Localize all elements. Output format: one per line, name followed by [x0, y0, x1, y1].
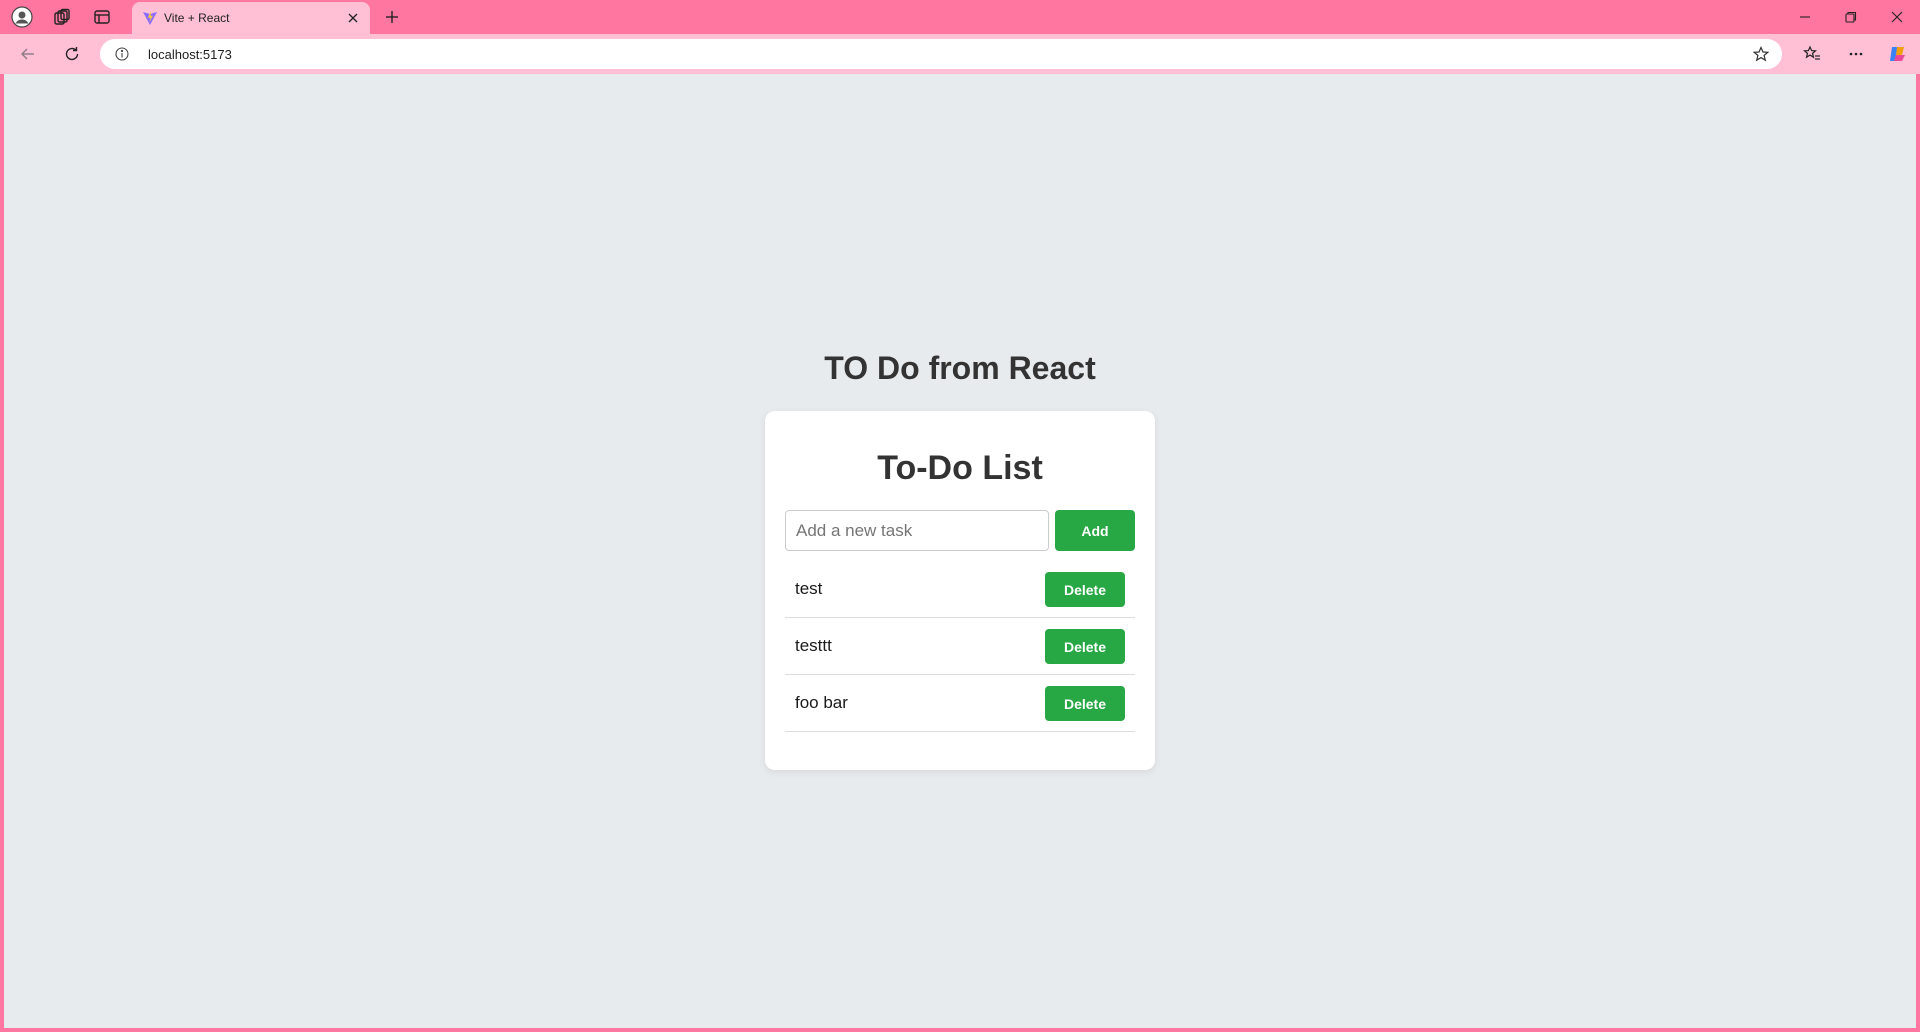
copilot-icon[interactable] — [1884, 40, 1912, 68]
todo-text: foo bar — [795, 693, 848, 712]
card-title: To-Do List — [877, 449, 1043, 487]
new-task-input[interactable] — [785, 510, 1049, 551]
page-viewport: TO Do from React To-Do List Add test Del… — [4, 74, 1916, 1028]
todo-list: test Delete testtt Delete foo bar Delete — [785, 561, 1135, 732]
close-icon[interactable] — [344, 9, 362, 27]
new-tab-icon[interactable] — [378, 5, 406, 29]
minimize-icon[interactable] — [1782, 0, 1828, 34]
delete-button[interactable]: Delete — [1045, 686, 1125, 721]
page-title: TO Do from React — [824, 350, 1096, 386]
delete-button[interactable]: Delete — [1045, 572, 1125, 607]
favorites-icon[interactable] — [1798, 40, 1826, 68]
list-item: test Delete — [785, 561, 1135, 618]
todo-text: testtt — [795, 636, 832, 655]
todo-card: To-Do List Add test Delete testtt Delete… — [765, 411, 1155, 770]
todo-text: test — [795, 579, 823, 598]
list-item: foo bar Delete — [785, 675, 1135, 732]
tab-actions-icon[interactable] — [86, 5, 118, 29]
browser-tab[interactable]: Vite + React — [132, 2, 370, 34]
restore-icon[interactable] — [1828, 0, 1874, 34]
back-icon[interactable] — [14, 40, 42, 68]
vite-logo-icon — [142, 10, 158, 26]
workspaces-icon[interactable] — [46, 5, 78, 29]
url-text: localhost:5173 — [148, 47, 232, 62]
profile-icon[interactable] — [6, 5, 38, 29]
refresh-icon[interactable] — [58, 40, 86, 68]
more-icon[interactable] — [1842, 40, 1870, 68]
window-close-icon[interactable] — [1874, 0, 1920, 34]
browser-toolbar: localhost:5173 — [0, 34, 1920, 74]
site-info-icon[interactable] — [114, 46, 130, 62]
delete-button[interactable]: Delete — [1045, 629, 1125, 664]
address-bar[interactable]: localhost:5173 — [100, 39, 1782, 69]
list-item: testtt Delete — [785, 618, 1135, 675]
add-button[interactable]: Add — [1055, 510, 1135, 551]
tab-title: Vite + React — [164, 11, 230, 25]
browser-titlebar: Vite + React — [0, 0, 1920, 34]
favorite-star-icon[interactable] — [1752, 45, 1770, 63]
